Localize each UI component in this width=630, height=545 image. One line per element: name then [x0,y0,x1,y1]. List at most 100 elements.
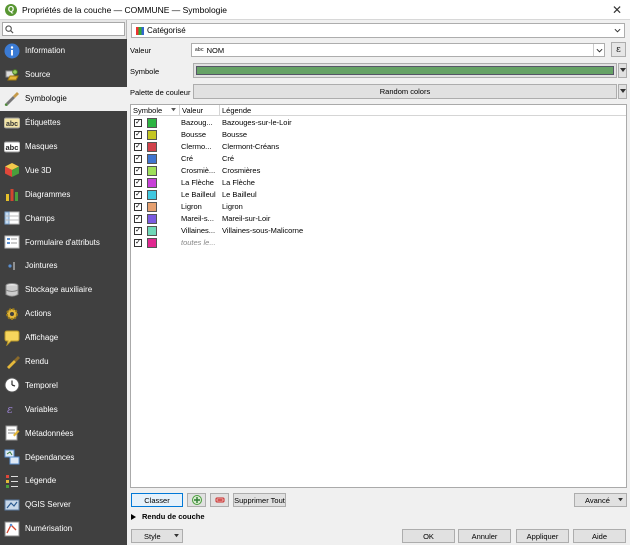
category-symbol-swatch[interactable] [147,190,157,200]
help-button[interactable]: Aide [573,529,626,543]
ok-button[interactable]: OK [402,529,455,543]
category-legend[interactable]: Bousse [222,129,247,141]
valeur-field-select[interactable]: abc NOM [191,43,605,57]
category-symbol-swatch[interactable] [147,202,157,212]
category-value[interactable]: Bousse [181,129,219,141]
sidebar-item-qgis-server[interactable]: QGIS Server [0,493,127,517]
sidebar-item-champs[interactable]: Champs [0,206,127,230]
category-checkbox[interactable]: ✓ [134,131,142,139]
header-symbole[interactable]: Symbole [131,105,180,116]
category-legend[interactable]: La Flèche [222,177,255,189]
category-checkbox[interactable]: ✓ [134,167,142,175]
categories-table[interactable]: Symbole Valeur Légende ✓ Bazoug... Bazouge… [130,104,627,488]
sidebar-item-dependances[interactable]: Dépendances [0,445,127,469]
category-symbol-swatch[interactable] [147,214,157,224]
category-value[interactable]: Le Bailleul [181,189,219,201]
color-ramp-menu-button[interactable] [618,84,627,99]
category-checkbox[interactable]: ✓ [134,203,142,211]
category-legend[interactable]: Cré [222,153,234,165]
category-value[interactable]: toutes le... [181,237,219,249]
category-checkbox[interactable]: ✓ [134,143,142,151]
sidebar-item-legende[interactable]: Légende [0,469,127,493]
category-checkbox[interactable]: ✓ [134,191,142,199]
header-valeur[interactable]: Valeur [180,105,220,116]
style-menu-button[interactable]: Style [131,529,183,543]
category-value[interactable]: Villaines... [181,225,219,237]
category-legend[interactable]: Clermont-Créans [222,141,279,153]
close-icon[interactable]: ✕ [610,3,624,17]
table-row[interactable]: ✓ toutes le... [131,237,626,249]
category-value[interactable]: La Flèche [181,177,219,189]
category-symbol-swatch[interactable] [147,178,157,188]
sidebar-item-affichage[interactable]: Affichage [0,326,127,350]
table-row[interactable]: ✓ Crosmiè... Crosmières [131,165,626,177]
category-symbol-swatch[interactable] [147,166,157,176]
sidebar-item-variables[interactable]: ε Variables [0,397,127,421]
symbol-menu-button[interactable] [618,63,627,78]
valeur-dropdown-button[interactable] [593,44,604,56]
category-legend[interactable]: Mareil-sur-Loir [222,213,270,225]
advanced-menu-button[interactable]: Avancé [574,493,627,507]
category-checkbox[interactable]: ✓ [134,215,142,223]
table-row[interactable]: ✓ Le Bailleul Le Bailleul [131,189,626,201]
sidebar-item-symbologie[interactable]: Symbologie [0,86,127,111]
category-checkbox[interactable]: ✓ [134,119,142,127]
expression-button[interactable]: ε [611,42,626,57]
category-value[interactable]: Cré [181,153,219,165]
category-legend[interactable]: Ligron [222,201,243,213]
apply-button[interactable]: Appliquer [516,529,569,543]
category-legend[interactable]: Bazouges-sur-le-Loir [222,117,292,129]
category-symbol-swatch[interactable] [147,226,157,236]
category-legend[interactable]: Villaines-sous-Malicorne [222,225,303,237]
table-row[interactable]: ✓ Bousse Bousse [131,129,626,141]
category-checkbox[interactable]: ✓ [134,227,142,235]
sidebar-item-etiquettes[interactable]: abc Étiquettes [0,111,127,135]
classify-button[interactable]: Classer [131,493,183,507]
category-checkbox[interactable]: ✓ [134,239,142,247]
category-checkbox[interactable]: ✓ [134,155,142,163]
category-legend[interactable]: Le Bailleul [222,189,257,201]
category-symbol-swatch[interactable] [147,238,157,248]
category-value[interactable]: Crosmiè... [181,165,219,177]
sidebar-item-source[interactable]: Source [0,63,127,87]
remove-category-button[interactable] [210,493,229,507]
add-category-button[interactable] [187,493,206,507]
table-row[interactable]: ✓ Cré Cré [131,153,626,165]
sidebar-item-information[interactable]: Information [0,39,127,63]
table-row[interactable]: ✓ Clermo... Clermont-Créans [131,141,626,153]
category-legend[interactable]: Crosmières [222,165,260,177]
category-value[interactable]: Ligron [181,201,219,213]
category-checkbox[interactable]: ✓ [134,179,142,187]
table-row[interactable]: ✓ La Flèche La Flèche [131,177,626,189]
table-row[interactable]: ✓ Mareil-s... Mareil-sur-Loir [131,213,626,225]
renderer-type-select[interactable]: Catégorisé [131,23,625,38]
category-symbol-swatch[interactable] [147,154,157,164]
sidebar-item-stockage-auxiliaire[interactable]: Stockage auxiliaire [0,278,127,302]
sidebar-item-rendu[interactable]: Rendu [0,350,127,374]
category-value[interactable]: Mareil-s... [181,213,219,225]
cancel-button[interactable]: Annuler [458,529,511,543]
sidebar-item-metadonnees[interactable]: Métadonnées [0,421,127,445]
header-legende[interactable]: Légende [220,105,626,116]
category-value[interactable]: Bazoug... [181,117,219,129]
table-row[interactable]: ✓ Villaines... Villaines-sous-Malicorne [131,225,626,237]
sidebar-item-jointures[interactable]: Jointures [0,254,127,278]
search-input[interactable] [2,22,125,36]
sidebar-item-vue3d[interactable]: Vue 3D [0,158,127,182]
category-symbol-swatch[interactable] [147,142,157,152]
sidebar-item-masques[interactable]: abc Masques [0,135,127,159]
sidebar-item-actions[interactable]: Actions [0,302,127,326]
sidebar-item-temporel[interactable]: Temporel [0,373,127,397]
layer-rendering-group[interactable]: Rendu de couche [131,512,205,521]
sidebar-item-formulaire-attributs[interactable]: Formulaire d'attributs [0,230,127,254]
delete-all-button[interactable]: Supprimer Tout [233,493,286,507]
table-row[interactable]: ✓ Ligron Ligron [131,201,626,213]
sidebar-item-diagrammes[interactable]: Diagrammes [0,182,127,206]
table-row[interactable]: ✓ Bazoug... Bazouges-sur-le-Loir [131,117,626,129]
color-ramp-button[interactable]: Random colors [193,84,617,99]
sidebar-item-numerisation[interactable]: Numérisation [0,517,127,541]
category-value[interactable]: Clermo... [181,141,219,153]
symbol-button[interactable] [193,63,617,78]
category-symbol-swatch[interactable] [147,118,157,128]
category-symbol-swatch[interactable] [147,130,157,140]
